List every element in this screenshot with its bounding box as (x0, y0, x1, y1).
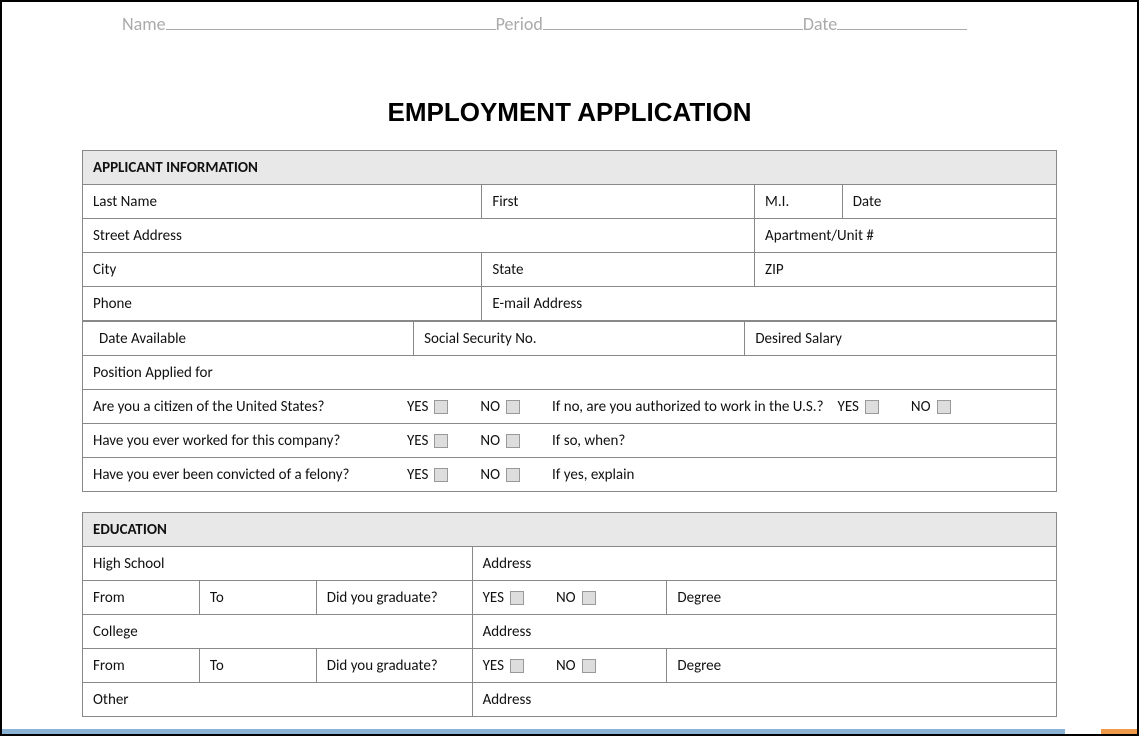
header-period-label: Period (496, 13, 543, 35)
authorized-no[interactable]: NO (911, 398, 951, 416)
bottom-accent-strip (2, 729, 1137, 734)
applicant-section: APPLICANT INFORMATION Last Name First M.… (82, 150, 1057, 492)
field-college[interactable]: College (83, 615, 473, 649)
field-email[interactable]: E-mail Address (482, 287, 1057, 321)
document-page: Name Period Date EMPLOYMENT APPLICATION … (0, 0, 1139, 736)
label-college-graduate: Did you graduate? (316, 649, 472, 683)
checkbox-icon (434, 434, 448, 448)
student-header: Name Period Date (2, 2, 1137, 35)
citizen-yes[interactable]: YES (407, 398, 448, 416)
field-apt[interactable]: Apartment/Unit # (755, 219, 1057, 253)
checkbox-icon (582, 659, 596, 673)
header-name-line[interactable] (166, 10, 496, 30)
label-hs-graduate: Did you graduate? (316, 581, 472, 615)
accent-gap (1065, 729, 1101, 734)
education-section: EDUCATION High School Address From To Di… (82, 512, 1057, 717)
header-date-field: Date (803, 10, 967, 35)
college-grad-no[interactable]: NO (556, 657, 596, 675)
education-table: EDUCATION High School Address From To Di… (82, 512, 1057, 717)
field-phone[interactable]: Phone (83, 287, 482, 321)
question-felony: Have you ever been convicted of a felony… (93, 466, 393, 484)
header-date-label: Date (803, 13, 837, 35)
checkbox-icon (506, 400, 520, 414)
header-period-line[interactable] (543, 10, 803, 30)
checkbox-icon (510, 659, 524, 673)
checkbox-icon (937, 400, 951, 414)
form-title: EMPLOYMENT APPLICATION (2, 97, 1137, 128)
education-section-header: EDUCATION (83, 513, 1057, 547)
field-mi[interactable]: M.I. (755, 185, 843, 219)
college-grad-yes[interactable]: YES (483, 657, 524, 675)
accent-orange (1101, 729, 1137, 734)
row-worked: Have you ever worked for this company? Y… (83, 424, 1057, 458)
hs-grad-no[interactable]: NO (556, 589, 596, 607)
field-college-from[interactable]: From (83, 649, 200, 683)
authorized-yes[interactable]: YES (838, 398, 879, 416)
row-citizen: Are you a citizen of the United States? … (83, 390, 1057, 424)
field-position[interactable]: Position Applied for (83, 356, 1057, 390)
field-highschool[interactable]: High School (83, 547, 473, 581)
citizen-no[interactable]: NO (480, 398, 520, 416)
checkbox-icon (510, 591, 524, 605)
row-felony: Have you ever been convicted of a felony… (83, 458, 1057, 492)
field-other[interactable]: Other (83, 683, 473, 717)
worked-yes[interactable]: YES (407, 432, 448, 450)
checkbox-icon (434, 400, 448, 414)
header-period-field: Period (496, 10, 803, 35)
checkbox-icon (506, 468, 520, 482)
field-other-address[interactable]: Address (472, 683, 1056, 717)
question-felony-follow: If yes, explain (552, 466, 634, 484)
field-hs-degree[interactable]: Degree (667, 581, 1057, 615)
field-college-to[interactable]: To (199, 649, 316, 683)
worked-no[interactable]: NO (480, 432, 520, 450)
header-name-field: Name (122, 10, 496, 35)
checkbox-icon (582, 591, 596, 605)
field-hs-from[interactable]: From (83, 581, 200, 615)
checkbox-icon (434, 468, 448, 482)
field-date-available[interactable]: Date Available (83, 322, 414, 356)
question-citizen-follow: If no, are you authorized to work in the… (552, 398, 824, 416)
felony-no[interactable]: NO (480, 466, 520, 484)
felony-yes[interactable]: YES (407, 466, 448, 484)
field-date[interactable]: Date (842, 185, 1056, 219)
header-name-label: Name (122, 13, 166, 35)
field-salary[interactable]: Desired Salary (745, 322, 1057, 356)
accent-blue (2, 729, 1065, 734)
question-citizen: Are you a citizen of the United States? (93, 398, 393, 416)
header-date-line[interactable] (837, 10, 967, 30)
field-street[interactable]: Street Address (83, 219, 755, 253)
field-first[interactable]: First (482, 185, 755, 219)
field-hs-to[interactable]: To (199, 581, 316, 615)
field-state[interactable]: State (482, 253, 755, 287)
field-hs-address[interactable]: Address (472, 547, 1056, 581)
field-college-address[interactable]: Address (472, 615, 1056, 649)
cell-college-graduate-yn: YES NO (472, 649, 667, 683)
field-college-degree[interactable]: Degree (667, 649, 1057, 683)
field-city[interactable]: City (83, 253, 482, 287)
applicant-section-header: APPLICANT INFORMATION (83, 151, 1057, 185)
field-zip[interactable]: ZIP (755, 253, 1057, 287)
field-ssn[interactable]: Social Security No. (414, 322, 745, 356)
applicant-table-2: Date Available Social Security No. Desir… (82, 321, 1057, 492)
question-worked: Have you ever worked for this company? (93, 432, 393, 450)
cell-hs-graduate-yn: YES NO (472, 581, 667, 615)
hs-grad-yes[interactable]: YES (483, 589, 524, 607)
field-last-name[interactable]: Last Name (83, 185, 482, 219)
question-worked-follow: If so, when? (552, 432, 625, 450)
checkbox-icon (865, 400, 879, 414)
applicant-table: APPLICANT INFORMATION Last Name First M.… (82, 150, 1057, 321)
checkbox-icon (506, 434, 520, 448)
